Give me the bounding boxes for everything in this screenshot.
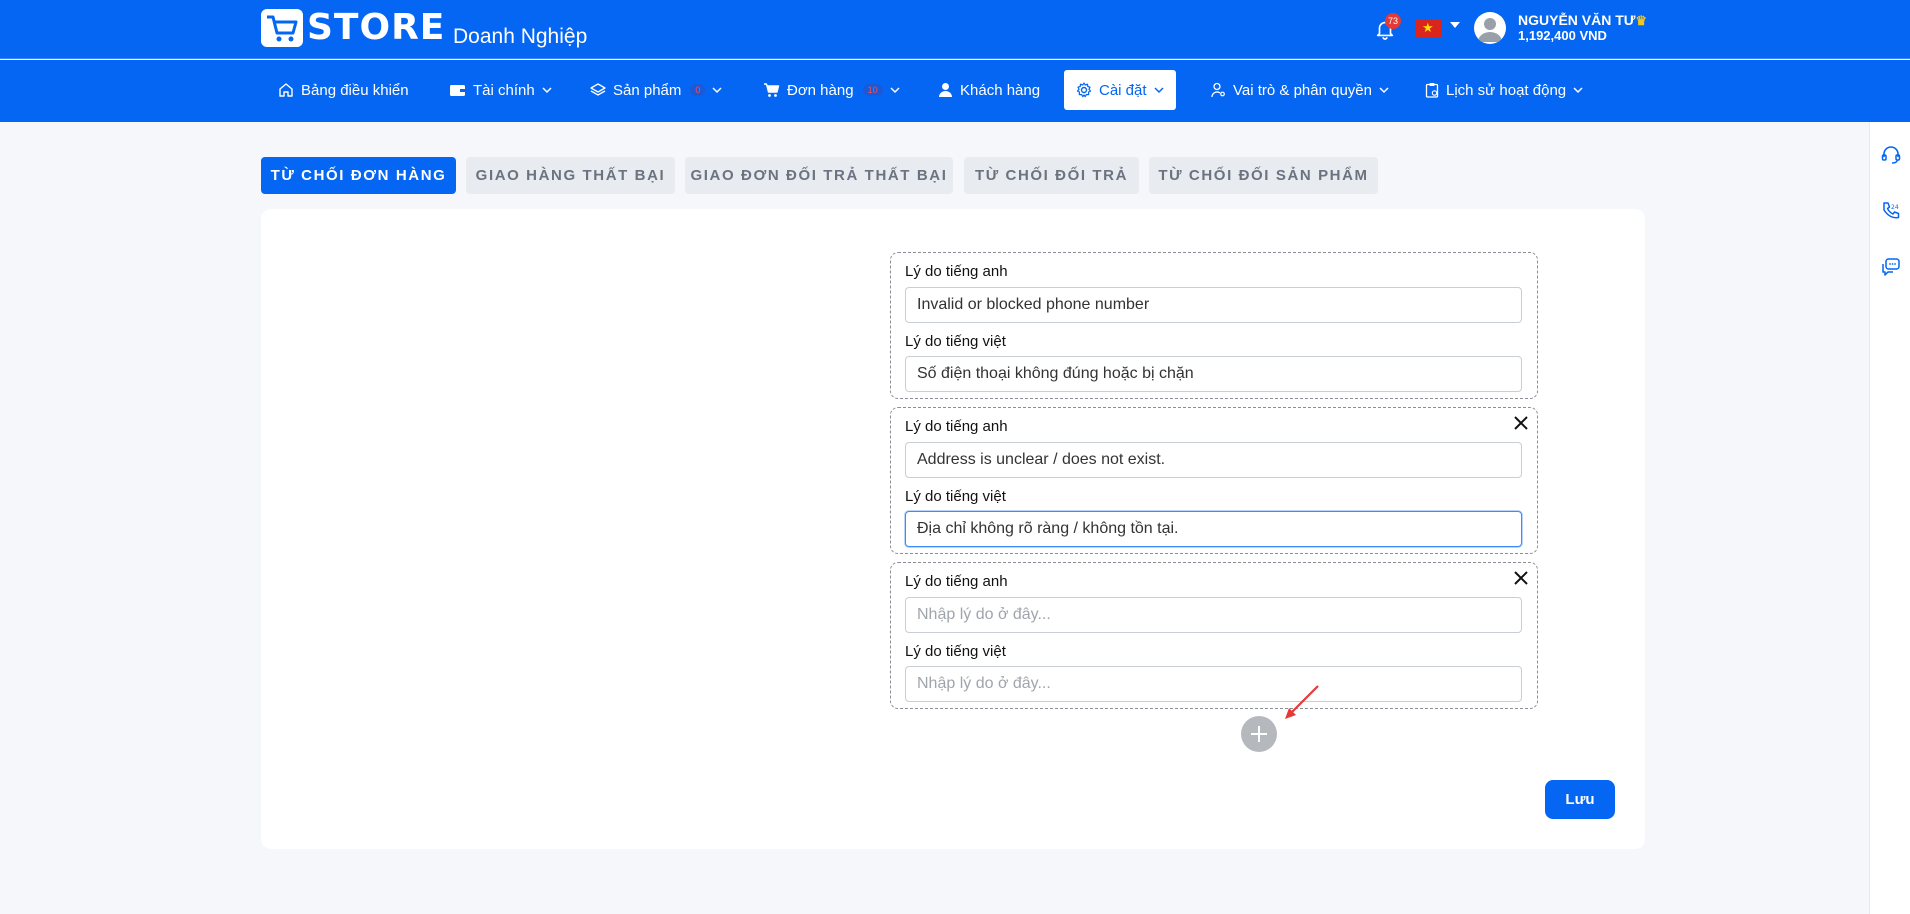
notification-badge: 73 — [1385, 13, 1401, 29]
nav-label: Sản phẩm — [613, 81, 682, 99]
top-header: STORE Doanh Nghiệp 73 NGUYỄN VĂN TƯ♛ 1,1… — [0, 0, 1910, 59]
nav-label: Bảng điều khiển — [301, 81, 409, 99]
gear-icon — [1076, 82, 1092, 98]
reasons-card: Lý do tiếng anh Lý do tiếng việt Lý do t… — [261, 209, 1645, 849]
tab-reject-return[interactable]: TỪ CHỐI ĐỐI TRẢ — [964, 157, 1139, 194]
chevron-down-icon — [712, 87, 722, 94]
nav-badge: 10 — [862, 84, 883, 96]
caret-down-icon[interactable] — [1450, 22, 1460, 28]
vietnam-flag-icon[interactable] — [1415, 19, 1441, 37]
reason-group: Lý do tiếng anh Lý do tiếng việt — [890, 562, 1538, 709]
reason-en-label: Lý do tiếng anh — [905, 573, 1008, 590]
nav-item-finance[interactable]: Tài chính — [449, 70, 552, 110]
chevron-down-icon — [1154, 87, 1164, 94]
crown-icon: ♛ — [1635, 13, 1648, 28]
nav-label: Khách hàng — [960, 81, 1041, 99]
nav-item-products[interactable]: Sản phẩm 0 — [590, 70, 722, 110]
cart-icon — [764, 83, 780, 97]
nav-item-dashboard[interactable]: Bảng điều khiển — [278, 70, 409, 110]
user-key-icon — [1211, 82, 1225, 98]
nav-item-customers[interactable]: Khách hàng — [938, 70, 1040, 110]
add-reason-button[interactable] — [1241, 716, 1277, 752]
nav-item-roles[interactable]: Vai trò & phân quyền — [1211, 70, 1389, 110]
reason-vi-input[interactable] — [905, 511, 1522, 547]
reason-vi-input[interactable] — [905, 666, 1522, 702]
home-icon — [279, 83, 293, 97]
reason-en-input[interactable] — [905, 597, 1522, 633]
nav-item-activity-log[interactable]: Lịch sử hoạt động — [1425, 70, 1583, 110]
nav-label: Tài chính — [473, 81, 535, 99]
tab-delivery-failed[interactable]: GIAO HÀNG THẤT BẠI — [466, 157, 675, 194]
avatar[interactable] — [1474, 12, 1506, 44]
annotation-arrow-icon — [1285, 685, 1319, 719]
logo-subtitle: Doanh Nghiệp — [453, 25, 588, 48]
store-logo[interactable]: STORE — [261, 9, 445, 47]
right-tool-strip: 24 — [1869, 122, 1910, 914]
phone-support-icon[interactable]: 24 — [1880, 200, 1902, 222]
close-icon[interactable] — [1513, 415, 1529, 431]
user-icon — [939, 83, 952, 97]
reason-en-input[interactable] — [905, 442, 1522, 478]
reason-en-label: Lý do tiếng anh — [905, 418, 1008, 435]
clipboard-icon — [1425, 83, 1439, 98]
chevron-down-icon — [1379, 87, 1389, 94]
reason-vi-label: Lý do tiếng việt — [905, 333, 1006, 350]
tab-reject-order[interactable]: TỪ CHỐI ĐƠN HÀNG — [261, 157, 456, 194]
nav-item-settings[interactable]: Cài đặt — [1064, 70, 1176, 110]
nav-badge: 0 — [690, 84, 706, 96]
nav-label: Vai trò & phân quyền — [1233, 81, 1372, 99]
tab-reject-product-exchange[interactable]: TỪ CHỐI ĐỐI SẢN PHẨM — [1149, 157, 1378, 194]
user-balance: 1,192,400 VND — [1518, 28, 1607, 43]
reason-group: Lý do tiếng anh Lý do tiếng việt — [890, 407, 1538, 554]
nav-label: Đơn hàng — [787, 81, 854, 99]
headset-icon[interactable] — [1880, 144, 1902, 166]
user-name[interactable]: NGUYỄN VĂN TƯ♛ — [1518, 12, 1647, 29]
chat-icon[interactable] — [1880, 256, 1902, 278]
nav-label: Cài đặt — [1099, 81, 1147, 99]
chevron-down-icon — [890, 87, 900, 94]
svg-text:24: 24 — [1891, 204, 1899, 211]
layers-icon — [590, 83, 606, 96]
reason-group: Lý do tiếng anh Lý do tiếng việt — [890, 252, 1538, 399]
reason-en-input[interactable] — [905, 287, 1522, 323]
chevron-down-icon — [542, 87, 552, 94]
user-name-text: NGUYỄN VĂN TƯ — [1518, 12, 1636, 28]
save-button[interactable]: Lưu — [1545, 780, 1615, 819]
reason-vi-input[interactable] — [905, 356, 1522, 392]
nav-item-orders[interactable]: Đơn hàng 10 — [763, 70, 900, 110]
reason-vi-label: Lý do tiếng việt — [905, 643, 1006, 660]
logo-text: STORE — [307, 7, 446, 48]
tab-return-delivery-failed[interactable]: GIAO ĐƠN ĐỐI TRẢ THẤT BẠI — [685, 157, 953, 194]
cart-logo-icon — [261, 9, 303, 47]
nav-label: Lịch sử hoạt động — [1446, 81, 1567, 99]
reason-vi-label: Lý do tiếng việt — [905, 488, 1006, 505]
chevron-down-icon — [1573, 87, 1583, 94]
close-icon[interactable] — [1513, 570, 1529, 586]
main-nav: Bảng điều khiển Tài chính Sản phẩm 0 Đơn… — [0, 60, 1910, 122]
wallet-icon — [450, 85, 465, 96]
reason-en-label: Lý do tiếng anh — [905, 263, 1008, 280]
